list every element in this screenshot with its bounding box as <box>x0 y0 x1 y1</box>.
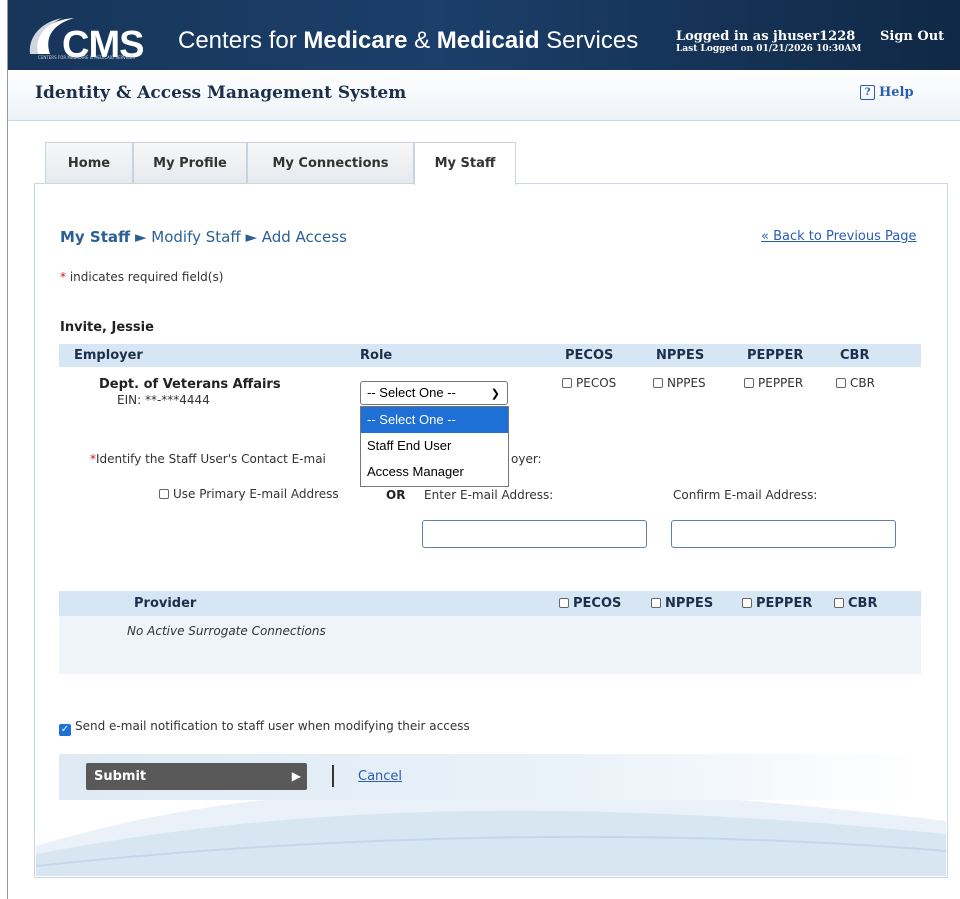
contact-email-instruction-suffix: oyer: <box>511 452 542 466</box>
submit-label: Submit <box>94 769 147 784</box>
nppes-checkbox-label: NPPES <box>667 376 706 390</box>
breadcrumb-modify-staff[interactable]: Modify Staff <box>151 228 240 246</box>
tab-my-staff[interactable]: My Staff <box>414 142 516 185</box>
role-select-value: -- Select One -- <box>367 385 456 400</box>
tab-my-connections[interactable]: My Connections <box>247 142 414 184</box>
agency-text: Centers for <box>178 27 304 54</box>
cms-logo: CMS CENTERS FOR MEDICARE & MEDICAID SERV… <box>28 14 168 66</box>
provider-nppes-label: NPPES <box>665 596 714 611</box>
logged-in-user: Logged in as jhuser1228 <box>676 29 856 44</box>
cancel-link[interactable]: Cancel <box>358 769 402 784</box>
checkbox-icon <box>742 598 752 608</box>
breadcrumb-my-staff[interactable]: My Staff <box>60 228 130 246</box>
tab-home[interactable]: Home <box>45 142 133 184</box>
enter-email-label: Enter E-mail Address: <box>424 488 554 502</box>
role-select[interactable]: -- Select One -- ❯ <box>360 381 508 405</box>
employer-ein: EIN: **-***4444 <box>117 393 210 407</box>
checkbox-icon <box>836 378 846 388</box>
col-cbr: CBR <box>840 348 870 363</box>
help-label: Help <box>879 85 914 100</box>
col-role: Role <box>360 348 393 363</box>
breadcrumb: My Staff ► Modify Staff ► Add Access <box>60 228 347 246</box>
checkbox-icon <box>653 378 663 388</box>
send-notification-label: Send e-mail notification to staff user w… <box>75 719 470 733</box>
pecos-checkbox-label: PECOS <box>576 376 617 390</box>
or-label: OR <box>386 488 406 502</box>
provider-pepper-checkbox[interactable]: PEPPER <box>742 596 812 611</box>
provider-pecos-checkbox[interactable]: PECOS <box>559 596 621 611</box>
checkbox-icon <box>651 598 661 608</box>
tab-my-profile[interactable]: My Profile <box>133 142 247 184</box>
site-header: CMS CENTERS FOR MEDICARE & MEDICAID SERV… <box>8 0 960 70</box>
back-to-previous-link[interactable]: « Back to Previous Page <box>761 229 917 244</box>
agency-name: Centers for Medicare & Medicaid Services <box>178 27 638 55</box>
logo-subtext: CENTERS FOR MEDICARE & MEDICAID SERVICES <box>38 55 135 60</box>
play-arrow-icon: ▶ <box>291 769 301 783</box>
provider-pecos-label: PECOS <box>573 596 622 611</box>
cbr-checkbox-label: CBR <box>850 376 875 390</box>
enter-email-input[interactable] <box>422 520 647 548</box>
last-logged-on: Last Logged on 01/21/2026 10:30AM <box>676 44 862 54</box>
staff-name: Invite, Jessie <box>60 320 154 335</box>
role-option-access-manager[interactable]: Access Manager <box>361 459 508 485</box>
provider-pepper-label: PEPPER <box>756 596 813 611</box>
logo-text: CMS <box>62 24 144 66</box>
help-link[interactable]: ? Help <box>860 85 914 100</box>
system-title: Identity & Access Management System <box>35 83 407 103</box>
use-primary-email-label: Use Primary E-mail Address <box>173 487 339 501</box>
confirm-email-label: Confirm E-mail Address: <box>673 488 818 502</box>
provider-nppes-checkbox[interactable]: NPPES <box>651 596 713 611</box>
chevron-down-icon: ❯ <box>490 388 500 400</box>
checkbox-icon <box>159 489 169 499</box>
confirm-email-input[interactable] <box>671 520 896 548</box>
decorative-wave <box>36 788 946 876</box>
breadcrumb-separator: ► <box>130 228 152 246</box>
role-option-select-one[interactable]: -- Select One -- <box>361 407 508 433</box>
pepper-checkbox[interactable]: PEPPER <box>744 376 803 390</box>
cbr-checkbox[interactable]: CBR <box>836 376 875 390</box>
submit-button[interactable]: Submit ▶ <box>86 763 307 790</box>
send-notification-checkbox[interactable]: ✓ Send e-mail notification to staff user … <box>59 719 470 736</box>
required-note: * indicates required field(s) <box>60 270 223 284</box>
page-left-border <box>7 0 8 899</box>
breadcrumb-add-access: Add Access <box>261 228 347 246</box>
nppes-checkbox[interactable]: NPPES <box>653 376 706 390</box>
checkbox-icon <box>562 378 572 388</box>
breadcrumb-separator: ► <box>240 228 262 246</box>
role-option-staff-end-user[interactable]: Staff End User <box>361 433 508 459</box>
role-dropdown-list: -- Select One -- Staff End User Access M… <box>360 406 509 487</box>
agency-amp: & <box>407 27 437 54</box>
help-icon: ? <box>860 85 875 100</box>
pecos-checkbox[interactable]: PECOS <box>562 376 616 390</box>
contact-email-instruction: *Identify the Staff User's Contact E-mai <box>90 452 326 466</box>
agency-services: Services <box>539 27 639 54</box>
col-pepper: PEPPER <box>747 348 804 363</box>
col-pecos: PECOS <box>565 348 614 363</box>
checkmark-icon: ✓ <box>59 724 71 736</box>
col-employer: Employer <box>74 348 143 363</box>
employer-name: Dept. of Veterans Affairs <box>99 377 281 392</box>
sign-out-link[interactable]: Sign Out <box>880 29 944 44</box>
contact-email-instruction-text: Identify the Staff User's Contact E-mai <box>96 452 326 466</box>
provider-cbr-checkbox[interactable]: CBR <box>834 596 877 611</box>
checkbox-icon <box>559 598 569 608</box>
provider-cbr-label: CBR <box>848 596 878 611</box>
no-connections-message: No Active Surrogate Connections <box>127 624 326 638</box>
use-primary-email-checkbox[interactable]: Use Primary E-mail Address <box>159 487 339 501</box>
required-note-text: indicates required field(s) <box>66 270 224 284</box>
agency-medicare: Medicare <box>303 27 408 54</box>
system-bar: Identity & Access Management System ? Hel… <box>8 70 960 121</box>
action-separator <box>332 765 334 787</box>
pepper-checkbox-label: PEPPER <box>758 376 804 390</box>
checkbox-icon <box>744 378 754 388</box>
agency-medicaid: Medicaid <box>436 27 540 54</box>
col-nppes: NPPES <box>656 348 705 363</box>
checkbox-icon <box>834 598 844 608</box>
col-provider: Provider <box>134 596 197 611</box>
